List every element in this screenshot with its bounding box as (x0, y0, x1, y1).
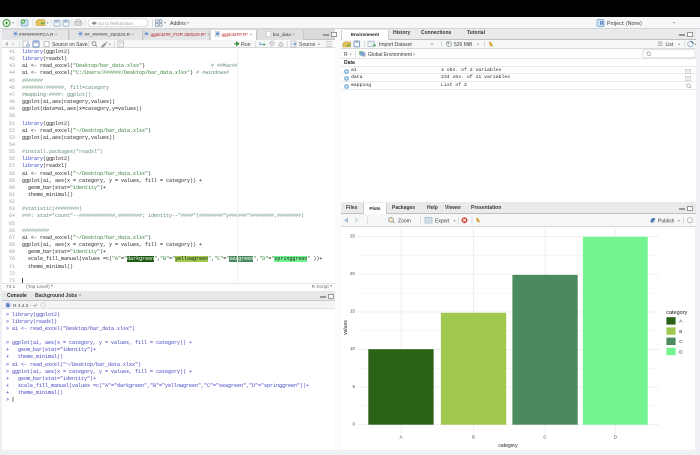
svg-text:A: A (399, 434, 403, 439)
svg-text:Source on Save: Source on Save (52, 42, 88, 48)
svg-text:C: C (679, 339, 683, 344)
svg-text:R: R (6, 304, 10, 308)
svg-text:A: A (679, 319, 683, 324)
svg-text:10: 10 (350, 346, 356, 351)
svg-text:25: 25 (350, 233, 356, 238)
svg-text:B: B (679, 329, 682, 334)
svg-text:List: List (666, 42, 674, 48)
svg-text:category: category (498, 443, 518, 449)
svg-text:Project: (None): Project: (None) (607, 21, 642, 27)
svg-text:D: D (614, 434, 618, 439)
svg-text:D: D (679, 349, 683, 354)
svg-text:Global Environment: Global Environment (368, 52, 413, 58)
svg-text:0: 0 (352, 421, 355, 426)
svg-text:B: B (472, 434, 475, 439)
svg-text:Zoom: Zoom (398, 219, 411, 225)
svg-text:values: values (343, 320, 349, 335)
svg-text:5: 5 (352, 384, 355, 389)
svg-text:526 MiB: 526 MiB (454, 42, 473, 48)
svg-text:C: C (543, 434, 547, 439)
svg-text:Go to file/function: Go to file/function (98, 21, 134, 26)
svg-text:Source: Source (299, 42, 316, 48)
svg-text:15: 15 (350, 309, 356, 314)
svg-text:Export: Export (435, 219, 450, 225)
svg-text:20: 20 (350, 271, 356, 276)
svg-text:Run: Run (241, 42, 251, 48)
svg-text:category: category (666, 310, 687, 316)
svg-text:Publish: Publish (658, 219, 675, 225)
svg-text:R: R (344, 52, 348, 58)
svg-text:R 4.4.2 · ~/: R 4.4.2 · ~/ (13, 303, 38, 308)
svg-text:Addins: Addins (170, 21, 186, 27)
svg-text:R: R (600, 21, 604, 27)
svg-text:Import Dataset: Import Dataset (379, 42, 412, 48)
